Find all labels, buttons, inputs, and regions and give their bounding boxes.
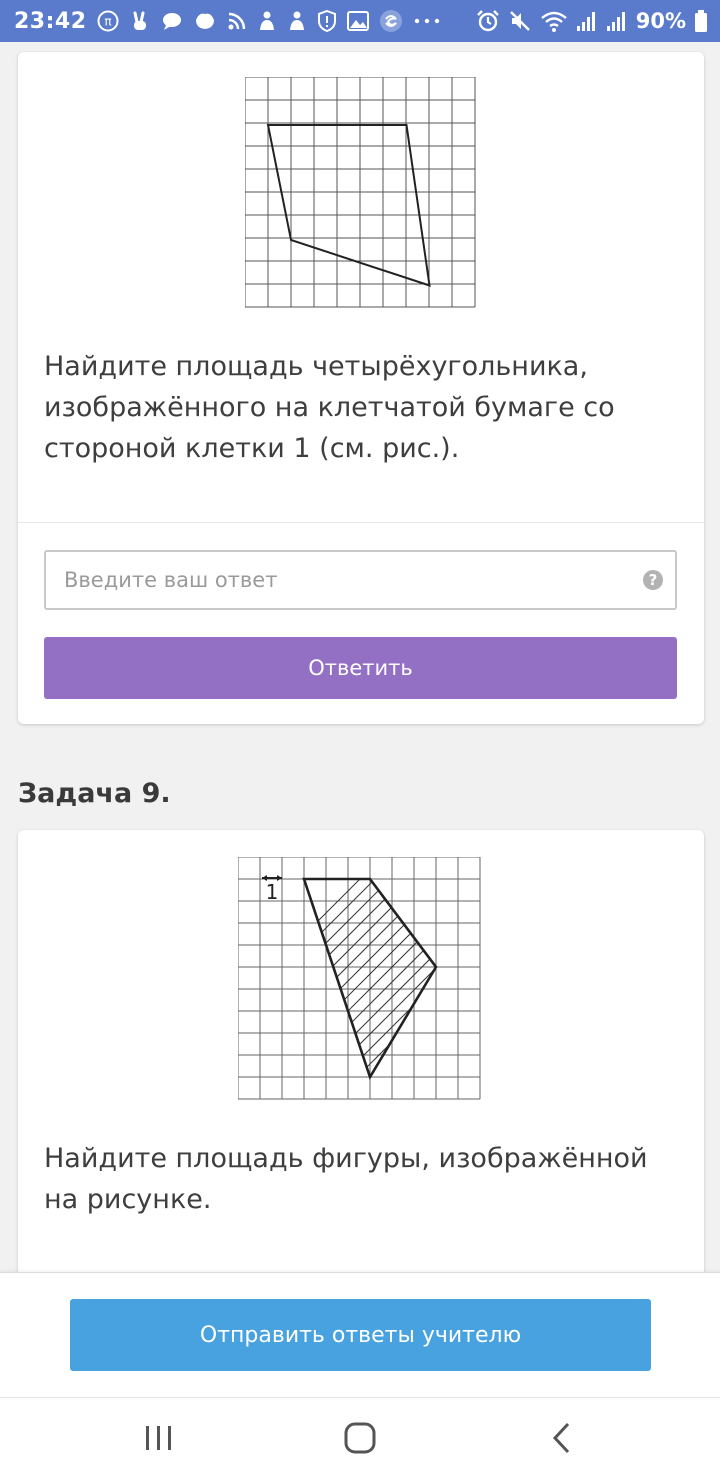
signal-icon — [606, 12, 625, 31]
hatch-line — [392, 879, 436, 1077]
back-icon[interactable] — [540, 1418, 584, 1458]
send-to-teacher-button[interactable]: Отправить ответы учителю — [70, 1299, 651, 1371]
hatch-line — [407, 879, 436, 1077]
hatch-line — [304, 879, 436, 1077]
hatch-line — [332, 879, 436, 1077]
hatch-line — [304, 879, 398, 1077]
system-status: 90% — [476, 9, 708, 33]
chat-bubble-icon — [162, 13, 181, 30]
alarm-icon — [476, 10, 499, 32]
battery-percent: 90% — [635, 9, 686, 33]
quadrilateral-figure — [245, 77, 476, 308]
home-icon[interactable] — [338, 1418, 382, 1458]
divider — [18, 522, 704, 523]
battery-icon — [695, 10, 707, 32]
hand-icon — [195, 13, 214, 29]
signal-icon — [576, 12, 595, 31]
hatch-line — [438, 857, 482, 1101]
wifi-icon — [540, 11, 567, 32]
pi-icon: π — [97, 10, 119, 32]
swirl-icon — [379, 10, 402, 32]
task-8-text: Найдите площадь четырёхугольника, изобра… — [44, 351, 615, 464]
grid-paper — [245, 77, 476, 308]
shield-alert-icon — [317, 10, 336, 32]
hatch-line — [347, 879, 436, 1077]
help-icon[interactable]: ? — [643, 570, 663, 590]
person-icon — [289, 11, 304, 30]
more-dots-icon — [414, 18, 439, 24]
answer-input[interactable] — [44, 550, 677, 610]
task-9-text: Найдите площадь фигуры, изображённой на … — [44, 1143, 648, 1215]
person-icon — [259, 11, 274, 30]
notification-icons: π — [97, 9, 441, 33]
task-card-9: 1 Найдите площадь фигуры, изображённой н… — [18, 830, 704, 1290]
hatch-line — [304, 879, 436, 1077]
task-9-heading: Задача 9. — [18, 778, 171, 809]
hatch-line — [453, 857, 482, 1101]
status-time: 23:42 — [14, 8, 87, 34]
image-icon — [346, 11, 369, 31]
task-card-8: Найдите площадь четырёхугольника, изобра… — [18, 52, 704, 724]
rss-icon — [228, 12, 245, 30]
recent-apps-icon[interactable] — [137, 1418, 181, 1458]
peace-hand-icon — [133, 11, 146, 30]
mute-icon — [509, 11, 530, 31]
submit-answer-button[interactable]: Ответить — [44, 637, 677, 699]
hatch-line — [422, 879, 436, 1077]
status-bar: 23:42 π 90% — [0, 0, 720, 42]
bottom-bar: Отправить ответы учителю — [0, 1272, 720, 1398]
hatch-line — [304, 879, 413, 1077]
svg-text:π: π — [104, 15, 111, 29]
hatched-figure: 1 — [238, 857, 482, 1101]
navigation-bar — [0, 1397, 720, 1481]
hatch-line — [317, 879, 436, 1077]
unit-label: 1 — [266, 880, 279, 904]
